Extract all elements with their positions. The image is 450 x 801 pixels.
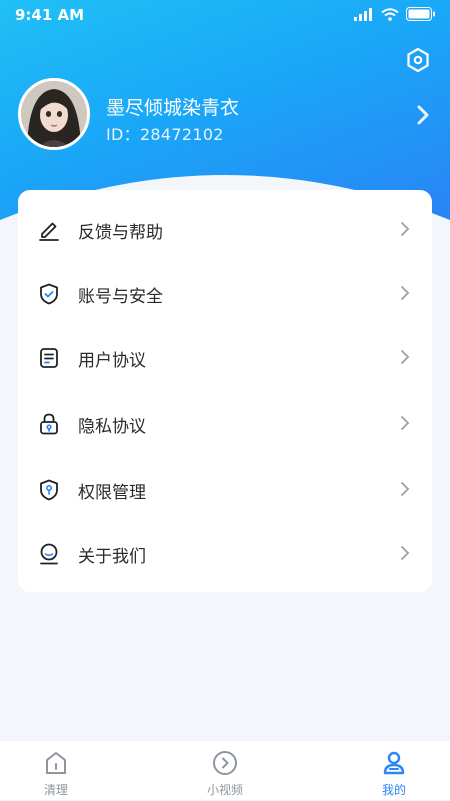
lock-icon [40,413,58,435]
menu-item-label: 反馈与帮助 [78,222,163,243]
avatar[interactable] [18,78,90,150]
edit-icon [39,222,59,241]
shield-check-icon [40,283,58,305]
signal-icon [354,7,372,21]
video-icon [213,751,237,775]
chevron-right-icon [401,350,410,364]
tab-short-video[interactable]: 小视频 [185,741,265,801]
settings-menu: 反馈与帮助 账号与安全 用户协议 隐私协议 权限管理 关于我们 [18,190,432,592]
menu-item-label: 账号与安全 [78,286,163,307]
chevron-right-icon [401,482,410,496]
menu-item-permissions[interactable]: 权限管理 [18,460,432,520]
chevron-right-icon [401,546,410,560]
menu-item-feedback[interactable]: 反馈与帮助 [18,200,432,260]
chevron-right-icon [401,416,410,430]
chevron-right-icon[interactable] [414,104,432,126]
tab-label: 清理 [43,783,68,797]
chevron-right-icon [401,286,410,300]
menu-item-label: 关于我们 [78,546,146,567]
tab-mine[interactable]: 我的 [354,741,434,801]
username: 墨尽倾城染青衣 [106,97,240,119]
menu-item-user-agreement[interactable]: 用户协议 [18,328,432,388]
tab-clean[interactable]: 清理 [16,741,96,801]
about-icon [40,543,58,565]
menu-item-privacy-agreement[interactable]: 隐私协议 [18,394,432,454]
menu-item-label: 权限管理 [78,482,146,503]
clean-icon [46,752,66,774]
chevron-right-icon [401,222,410,236]
profile-card[interactable]: 墨尽倾城染青衣 ID：28472102 [18,78,432,152]
settings-icon[interactable] [404,46,432,74]
menu-item-about[interactable]: 关于我们 [18,524,432,584]
shield-key-icon [40,479,58,501]
document-icon [40,348,58,368]
status-icons [354,7,436,21]
tab-label: 我的 [381,783,406,797]
avatar-image [21,81,87,147]
user-icon [383,751,405,775]
menu-item-account-security[interactable]: 账号与安全 [18,264,432,324]
status-bar: 9:41 AM [0,0,450,30]
battery-icon [406,7,435,21]
bottom-tab-bar: 清理 小视频 我的 [0,740,450,800]
menu-item-label: 隐私协议 [78,416,146,437]
status-time: 9:41 AM [15,6,85,24]
user-id: ID：28472102 [106,125,224,144]
tab-label: 小视频 [206,783,243,797]
menu-item-label: 用户协议 [78,350,146,371]
wifi-icon [381,7,399,21]
